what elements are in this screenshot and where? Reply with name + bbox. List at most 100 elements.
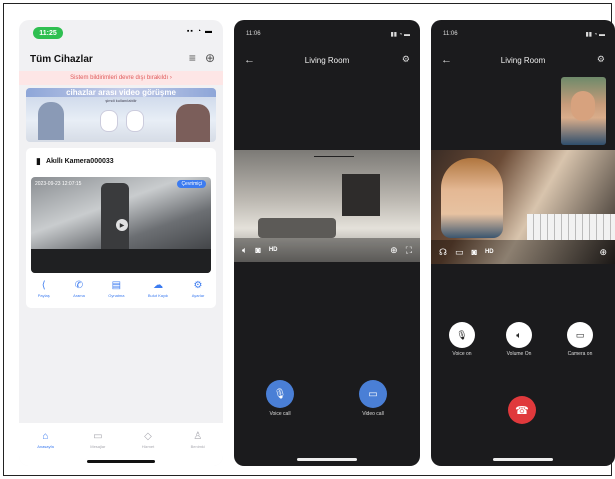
status-time: 11:25 — [33, 27, 63, 39]
speaker-icon[interactable]: 🔈︎ — [242, 245, 247, 256]
device-name-row[interactable]: ▮ Akıllı Kamera000033 — [36, 156, 114, 167]
home-icon: ⌂ — [42, 431, 49, 442]
ptz-icon[interactable]: ⊕ — [390, 245, 398, 256]
action-playback[interactable]: ▤ Oynatma — [108, 280, 124, 298]
camera-toggle-button[interactable]: ▭ Camera on — [567, 322, 593, 357]
sofa-image — [258, 218, 336, 238]
speaker-icon: 🔈︎ — [506, 322, 532, 348]
video-call-button[interactable]: ▭ Video call — [359, 380, 387, 417]
device-card: ▮ Akıllı Kamera000033 2023-09-23 12:07:1… — [26, 148, 216, 308]
settings-icon: ⚙ — [193, 280, 203, 291]
action-cloud[interactable]: ☁ Bulut Kaydı — [148, 280, 168, 298]
status-icons: ▮▮ ◔ ▬ — [585, 32, 605, 38]
record-icon[interactable]: ▭ — [455, 247, 464, 258]
cloud-icon: ☁ — [153, 280, 164, 291]
status-icons: ▮▮ ◔ ▬ — [390, 32, 410, 38]
phone-video-call: 11:06 ▮▮ ◔ ▬ ← Living Room ⚙ ☊ ▭ ◙ HD ⊕ … — [431, 20, 615, 466]
action-call[interactable]: ✆ Arama — [73, 280, 85, 298]
self-view-video[interactable] — [561, 77, 606, 145]
voice-toggle-label: Voice on — [452, 351, 472, 357]
add-device-icon[interactable]: ⊕ — [205, 51, 215, 65]
status-time: 11:06 — [443, 31, 458, 37]
fullscreen-icon[interactable]: ⛶ — [406, 245, 412, 256]
live-video[interactable]: 🔈︎ ◙ HD ⊕ ⛶ — [234, 150, 420, 262]
action-label: Oynatma — [108, 293, 125, 298]
ptz-icon[interactable]: ⊕ — [599, 247, 607, 258]
voice-call-label: Voice call — [269, 411, 291, 417]
voice-toggle-button[interactable]: 🎙︎ Voice on — [449, 322, 475, 357]
camera-image — [126, 110, 144, 132]
action-settings[interactable]: ⚙ Ayarlar — [192, 280, 205, 298]
user-icon: ♙ — [193, 431, 203, 442]
notification-banner[interactable]: Sistem bildirimleri devre dışı bırakıldı… — [19, 71, 223, 85]
promo-title: cihazlar arası video görüşme — [26, 88, 216, 97]
tab-label: Mesajlar — [90, 444, 106, 449]
action-label: Ayarlar — [191, 293, 205, 298]
device-name: Akıllı Kamera000033 — [45, 158, 114, 165]
video-toolbar: 🔈︎ ◙ HD ⊕ ⛶ — [234, 238, 420, 262]
page-title: Tüm Cihazlar — [30, 54, 93, 65]
share-icon: ⟨ — [41, 280, 46, 291]
play-icon[interactable]: ▶ — [116, 219, 128, 231]
status-icons: ▪▪ ◔ ▬ — [186, 28, 213, 35]
service-icon: ◇ — [144, 431, 152, 442]
video-camera-icon: ▭ — [567, 322, 593, 348]
device-actions: ⟨ Paylaş ✆ Arama ▤ Oynatma ☁ Bulut Kaydı… — [26, 280, 216, 298]
quality-toggle[interactable]: HD — [485, 249, 494, 255]
status-badge: Çevrimiçi — [177, 180, 206, 188]
tab-label: Benimki — [190, 444, 205, 449]
preview-floor — [31, 249, 211, 273]
promo-banner[interactable]: cihazlar arası video görüşme şimdi kulla… — [26, 88, 216, 142]
tab-label: Hizmet — [141, 444, 155, 449]
phone-icon: ✆ — [74, 280, 84, 291]
header-actions: ≡ ⊕ — [189, 51, 215, 65]
hangup-icon: ☎ — [515, 404, 529, 417]
action-label: Paylaş — [37, 293, 50, 298]
message-icon: ▭ — [93, 431, 103, 442]
child-image — [441, 158, 503, 238]
camera-preview[interactable]: 2023-09-23 12:07:15 Çevrimiçi ▶ — [31, 177, 211, 273]
preview-timestamp: 2023-09-23 12:07:15 — [35, 181, 82, 187]
phone-live-view: 11:06 ▮▮ ◔ ▬ ← Living Room ⚙ 🔈︎ ◙ HD ⊕ ⛶… — [234, 20, 420, 466]
playback-icon: ▤ — [111, 280, 122, 291]
home-indicator — [297, 458, 357, 461]
self-face-image — [571, 91, 595, 121]
volume-toggle-label: Volume On — [506, 351, 532, 357]
video-toolbar: ☊ ▭ ◙ HD ⊕ — [431, 240, 615, 264]
status-time: 11:06 — [246, 31, 261, 37]
tab-home[interactable]: ⌂ Anasayfa — [37, 431, 54, 466]
microphone-icon: 🎙︎ — [449, 322, 475, 348]
camera-image — [100, 110, 118, 132]
tab-label: Anasayfa — [37, 444, 54, 449]
home-indicator — [493, 458, 553, 461]
phone-home-screen: 11:25 ▪▪ ◔ ▬ Tüm Cihazlar ≡ ⊕ Sistem bil… — [19, 20, 223, 466]
piano-image — [527, 214, 615, 240]
tab-profile[interactable]: ♙ Benimki — [191, 431, 205, 466]
action-label: Arama — [73, 293, 85, 298]
voice-call-button[interactable]: 🎙︎ Voice call — [266, 380, 294, 417]
video-call-label: Video call — [362, 411, 384, 417]
live-video[interactable]: ☊ ▭ ◙ HD ⊕ — [431, 150, 615, 264]
hangup-button[interactable]: ☎ — [508, 396, 536, 424]
chandelier-image — [314, 156, 354, 174]
camera-toggle-label: Camera on — [567, 351, 593, 357]
action-label: Bulut Kaydı — [147, 293, 169, 298]
volume-toggle-button[interactable]: 🔈︎ Volume On — [506, 322, 532, 357]
microphone-icon: 🎙︎ — [266, 380, 294, 408]
home-indicator — [87, 460, 155, 463]
settings-icon[interactable]: ⚙ — [597, 54, 605, 65]
page-title: Living Room — [500, 56, 546, 65]
settings-icon[interactable]: ⚙ — [402, 54, 410, 65]
menu-icon[interactable]: ≡ — [189, 51, 196, 65]
snapshot-icon[interactable]: ◙ — [255, 245, 260, 255]
quality-toggle[interactable]: HD — [269, 247, 278, 253]
action-share[interactable]: ⟨ Paylaş — [38, 280, 50, 298]
intercom-icon[interactable]: ☊ — [439, 247, 447, 258]
page-title: Living Room — [304, 56, 350, 65]
promo-people-image — [38, 102, 64, 140]
snapshot-icon[interactable]: ◙ — [472, 247, 477, 257]
video-camera-icon: ▭ — [359, 380, 387, 408]
promo-people-image — [176, 104, 210, 142]
camera-icon: ▮ — [36, 156, 41, 166]
wall-art-image — [342, 174, 380, 216]
